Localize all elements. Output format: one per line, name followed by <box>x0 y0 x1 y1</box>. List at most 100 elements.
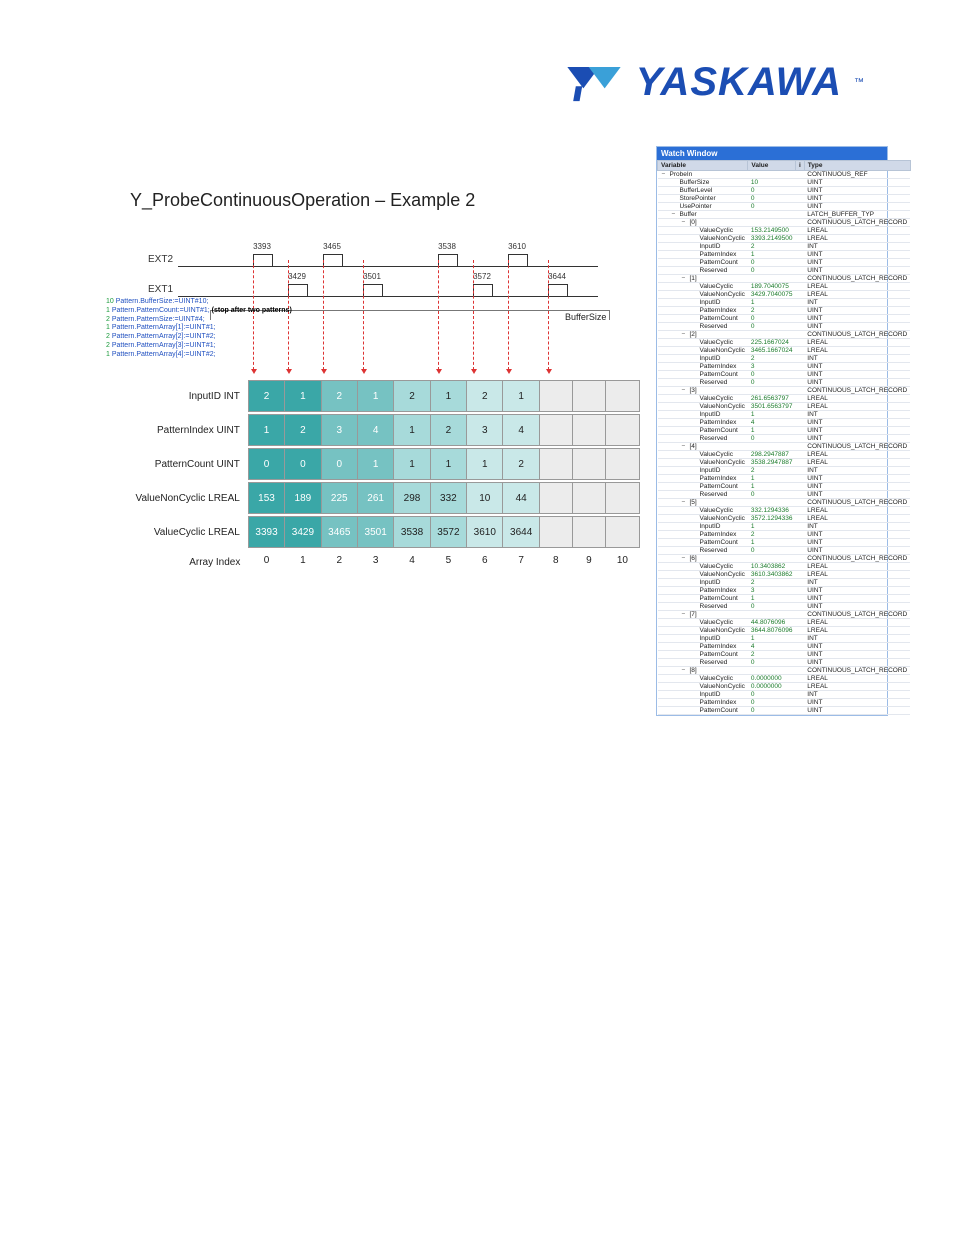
watch-row[interactable]: PatternCount0UINT <box>658 371 911 379</box>
watch-row[interactable]: ValueNonCyclic3572.1294336LREAL <box>658 515 911 523</box>
watch-row[interactable]: PatternCount0UINT <box>658 707 911 715</box>
watch-row[interactable]: PatternCount1UINT <box>658 427 911 435</box>
watch-row[interactable]: Reserved0UINT <box>658 379 911 387</box>
watch-row[interactable]: StorePointer0UINT <box>658 195 911 203</box>
watch-var-value <box>748 667 796 675</box>
watch-var-i <box>795 331 804 339</box>
watch-row[interactable]: Reserved0UINT <box>658 491 911 499</box>
watch-row[interactable]: InputID2INT <box>658 579 911 587</box>
watch-row[interactable]: ValueCyclic189.7040075LREAL <box>658 283 911 291</box>
grid-cell <box>605 415 639 446</box>
watch-row[interactable]: ValueCyclic332.1294336LREAL <box>658 507 911 515</box>
watch-row[interactable]: BufferSize10UINT <box>658 179 911 187</box>
watch-row[interactable]: ValueCyclic0.0000000LREAL <box>658 675 911 683</box>
watch-var-value <box>748 211 796 219</box>
watch-row[interactable]: ValueCyclic153.2149500LREAL <box>658 227 911 235</box>
grid-cell: 153 <box>248 483 284 514</box>
watch-row[interactable]: −[3]CONTINUOUS_LATCH_RECORD <box>658 387 911 395</box>
watch-var-type: UINT <box>804 259 910 267</box>
watch-row[interactable]: ValueNonCyclic0.0000000LREAL <box>658 683 911 691</box>
watch-row[interactable]: Reserved0UINT <box>658 659 911 667</box>
watch-var-type: LREAL <box>804 339 910 347</box>
watch-row[interactable]: PatternCount1UINT <box>658 483 911 491</box>
watch-var-type: UINT <box>804 363 910 371</box>
watch-row[interactable]: ValueCyclic225.1667024LREAL <box>658 339 911 347</box>
watch-row[interactable]: ValueNonCyclic3644.8076096LREAL <box>658 627 911 635</box>
watch-row[interactable]: InputID2INT <box>658 243 911 251</box>
ext2-baseline <box>178 266 598 267</box>
watch-var-i <box>795 675 804 683</box>
yaskawa-logo: YASKAWA™ <box>562 60 864 105</box>
watch-row[interactable]: ValueCyclic44.8076096LREAL <box>658 619 911 627</box>
watch-row[interactable]: UsePointer0UINT <box>658 203 911 211</box>
watch-row[interactable]: Reserved0UINT <box>658 547 911 555</box>
watch-row[interactable]: PatternIndex2UINT <box>658 307 911 315</box>
grid-cell: 3465 <box>321 517 357 548</box>
watch-row[interactable]: InputID1INT <box>658 635 911 643</box>
watch-row[interactable]: −[8]CONTINUOUS_LATCH_RECORD <box>658 667 911 675</box>
watch-row[interactable]: ValueNonCyclic3393.2149500LREAL <box>658 235 911 243</box>
watch-row[interactable]: InputID1INT <box>658 523 911 531</box>
watch-row[interactable]: −[1]CONTINUOUS_LATCH_RECORD <box>658 275 911 283</box>
setting-line: 1 Pattern.PatternArray[4]:=UINT#2; <box>106 351 292 360</box>
watch-row[interactable]: Reserved0UINT <box>658 603 911 611</box>
watch-row[interactable]: PatternIndex2UINT <box>658 531 911 539</box>
watch-row[interactable]: InputID2INT <box>658 355 911 363</box>
watch-row[interactable]: PatternIndex1UINT <box>658 475 911 483</box>
watch-row[interactable]: −[6]CONTINUOUS_LATCH_RECORD <box>658 555 911 563</box>
watch-row[interactable]: PatternCount0UINT <box>658 315 911 323</box>
watch-row[interactable]: InputID1INT <box>658 299 911 307</box>
watch-row[interactable]: −[2]CONTINUOUS_LATCH_RECORD <box>658 331 911 339</box>
watch-row[interactable]: PatternIndex4UINT <box>658 419 911 427</box>
grid-cell <box>572 483 605 514</box>
watch-row[interactable]: −BufferLATCH_BUFFER_TYP <box>658 211 911 219</box>
watch-row[interactable]: −[5]CONTINUOUS_LATCH_RECORD <box>658 499 911 507</box>
watch-row[interactable]: ValueNonCyclic3610.3403862LREAL <box>658 571 911 579</box>
watch-row[interactable]: ValueCyclic261.6563797LREAL <box>658 395 911 403</box>
watch-var-i <box>795 275 804 283</box>
watch-row[interactable]: Reserved0UINT <box>658 267 911 275</box>
watch-var-name: InputID <box>658 243 748 251</box>
watch-row[interactable]: PatternCount1UINT <box>658 595 911 603</box>
pulse-value: 3572 <box>473 272 491 281</box>
watch-row[interactable]: Reserved0UINT <box>658 323 911 331</box>
watch-var-i <box>795 411 804 419</box>
watch-var-value: 225.1667024 <box>748 339 796 347</box>
watch-row[interactable]: ValueNonCyclic3501.6563797LREAL <box>658 403 911 411</box>
watch-column-header: Value <box>748 161 796 171</box>
watch-row[interactable]: PatternIndex3UINT <box>658 363 911 371</box>
watch-row[interactable]: ValueCyclic10.3403862LREAL <box>658 563 911 571</box>
grid-cell <box>572 381 605 412</box>
watch-var-type: UINT <box>804 539 910 547</box>
watch-row[interactable]: PatternIndex1UINT <box>658 251 911 259</box>
watch-var-i <box>795 603 804 611</box>
watch-row[interactable]: Reserved0UINT <box>658 435 911 443</box>
watch-var-type: UINT <box>804 315 910 323</box>
watch-row[interactable]: ValueCyclic298.2947887LREAL <box>658 451 911 459</box>
signal-pulse <box>548 284 568 297</box>
watch-row[interactable]: −ProbeInCONTINUOUS_REF <box>658 171 911 179</box>
watch-row[interactable]: BufferLevel0UINT <box>658 187 911 195</box>
watch-row[interactable]: PatternIndex3UINT <box>658 587 911 595</box>
watch-row[interactable]: InputID0INT <box>658 691 911 699</box>
grid-cell <box>605 483 639 514</box>
grid-cell <box>539 381 572 412</box>
watch-row[interactable]: PatternIndex0UINT <box>658 699 911 707</box>
watch-row[interactable]: PatternCount1UINT <box>658 539 911 547</box>
watch-row[interactable]: ValueNonCyclic3465.1667024LREAL <box>658 347 911 355</box>
watch-row[interactable]: PatternCount2UINT <box>658 651 911 659</box>
watch-row[interactable]: InputID2INT <box>658 467 911 475</box>
buffer-grid: InputID INT21212121PatternIndex UINT1234… <box>130 380 640 570</box>
watch-row[interactable]: InputID1INT <box>658 411 911 419</box>
watch-row[interactable]: PatternIndex4UINT <box>658 643 911 651</box>
watch-row[interactable]: PatternCount0UINT <box>658 259 911 267</box>
watch-var-value: 2 <box>748 531 796 539</box>
watch-row[interactable]: ValueNonCyclic3538.2947887LREAL <box>658 459 911 467</box>
watch-row[interactable]: −[0]CONTINUOUS_LATCH_RECORD <box>658 219 911 227</box>
watch-row[interactable]: −[7]CONTINUOUS_LATCH_RECORD <box>658 611 911 619</box>
watch-var-value <box>748 387 796 395</box>
grid-cell: 3644 <box>503 517 539 548</box>
watch-row[interactable]: −[4]CONTINUOUS_LATCH_RECORD <box>658 443 911 451</box>
watch-var-value: 0 <box>748 371 796 379</box>
watch-row[interactable]: ValueNonCyclic3429.7040075LREAL <box>658 291 911 299</box>
